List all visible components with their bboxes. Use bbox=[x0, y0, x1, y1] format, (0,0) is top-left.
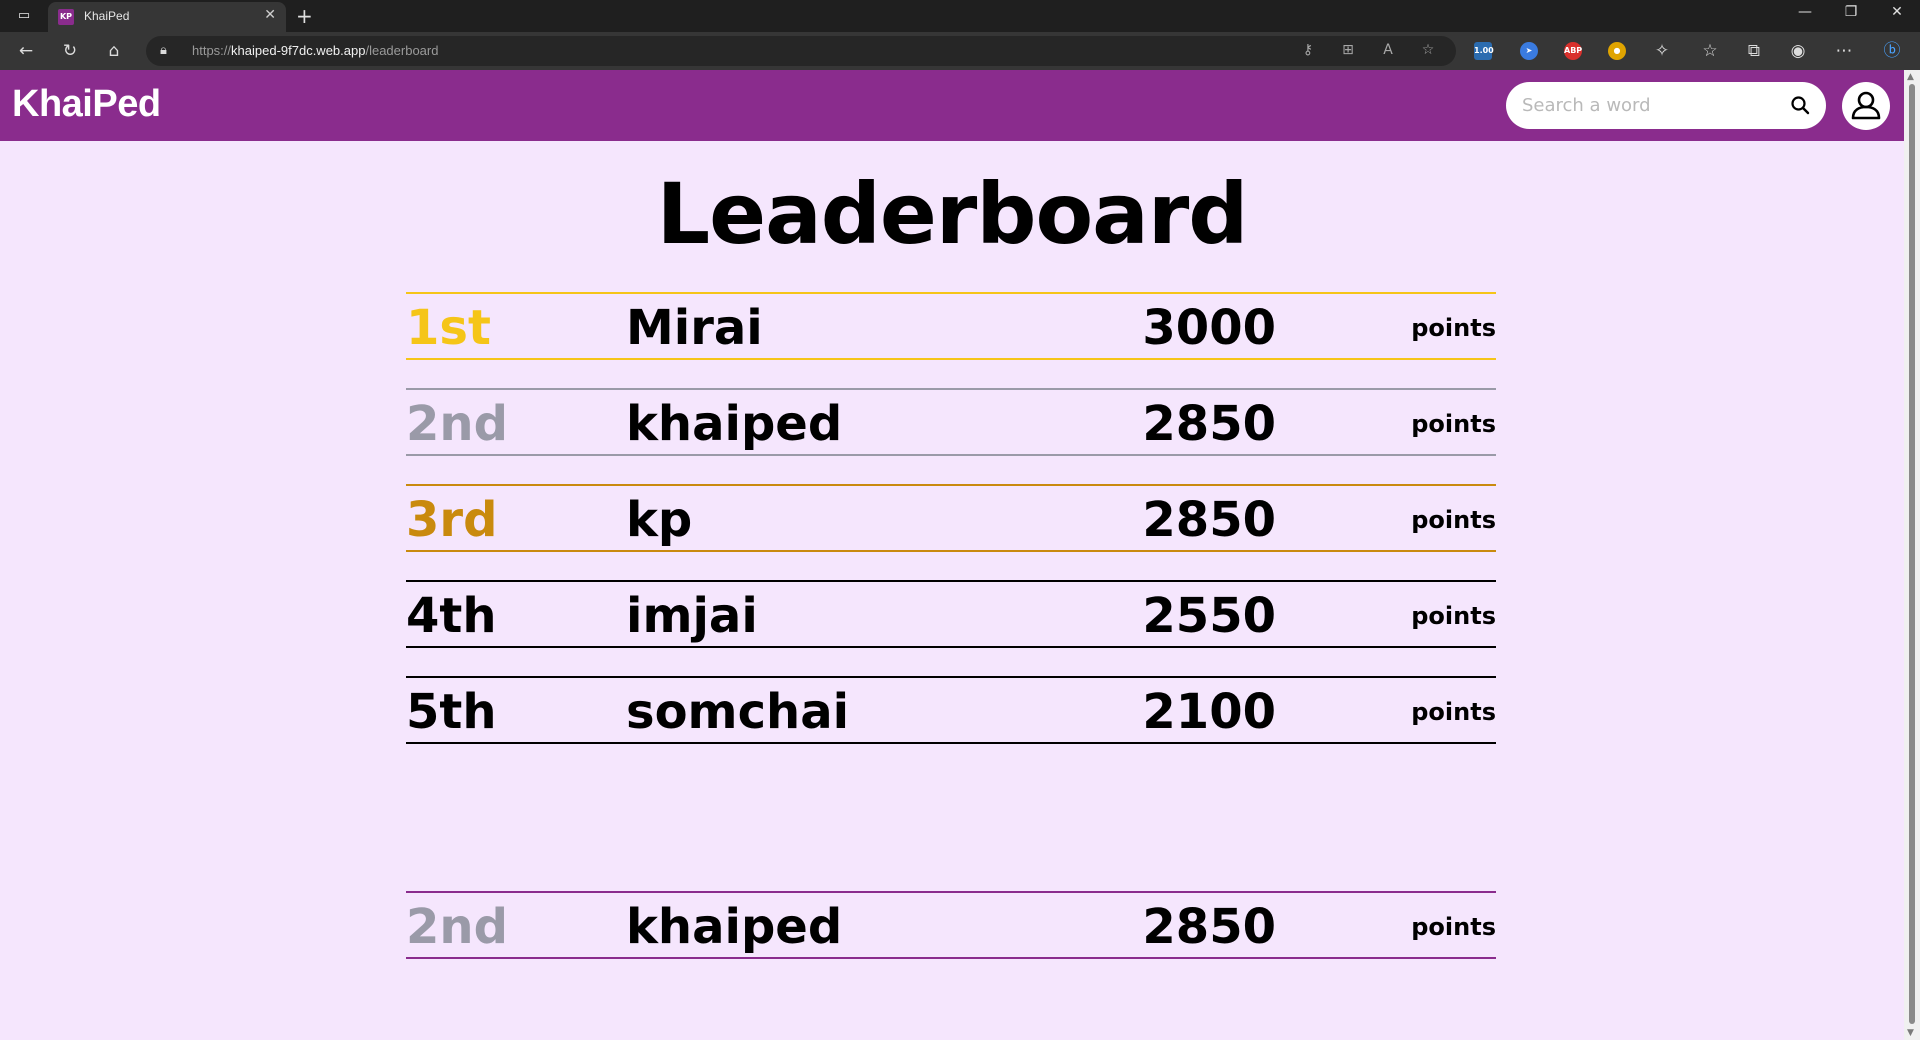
player-score: 2550 bbox=[1142, 588, 1276, 644]
rank-label: 2nd bbox=[406, 396, 508, 452]
minimize-icon[interactable]: — bbox=[1782, 4, 1828, 20]
points-label: points bbox=[1411, 506, 1496, 534]
more-menu-icon[interactable]: ⋯ bbox=[1832, 40, 1856, 62]
favorites-icon[interactable]: ☆ bbox=[1698, 40, 1722, 62]
browser-toolbar: ← ↻ ⌂ 🔒︎ https://khaiped-9f7dc.web.app/l… bbox=[0, 32, 1920, 70]
rank-label: 2nd bbox=[406, 899, 508, 955]
new-tab-icon[interactable]: + bbox=[296, 4, 313, 28]
leaderboard-row: 5th somchai 2100 points bbox=[406, 676, 1496, 744]
tab-favicon: KP bbox=[58, 9, 74, 25]
restore-icon[interactable]: ❐ bbox=[1828, 4, 1874, 20]
search-icon[interactable] bbox=[1790, 95, 1810, 115]
leaderboard-row: 2nd khaiped 2850 points bbox=[406, 388, 1496, 456]
rank-label: 1st bbox=[406, 300, 491, 356]
app-header: KhaiPed bbox=[0, 70, 1904, 141]
player-name: somchai bbox=[626, 684, 850, 740]
home-icon[interactable]: ⌂ bbox=[102, 40, 126, 62]
player-score: 3000 bbox=[1142, 300, 1276, 356]
address-bar[interactable]: 🔒︎ https://khaiped-9f7dc.web.app/leaderb… bbox=[146, 36, 1456, 66]
lock-icon[interactable]: 🔒︎ bbox=[160, 43, 167, 58]
player-score: 2850 bbox=[1142, 492, 1276, 548]
logo[interactable]: KhaiPed bbox=[12, 83, 161, 126]
search-box[interactable] bbox=[1506, 82, 1826, 129]
browser-tab[interactable]: KP KhaiPed ✕ bbox=[48, 2, 286, 32]
player-name: imjai bbox=[626, 588, 758, 644]
leaderboard-row: 3rd kp 2850 points bbox=[406, 484, 1496, 552]
extensions-icon[interactable]: ✧ bbox=[1650, 40, 1674, 62]
points-label: points bbox=[1411, 410, 1496, 438]
favorite-star-icon[interactable]: ☆ bbox=[1418, 42, 1438, 58]
back-icon[interactable]: ← bbox=[14, 40, 38, 62]
tab-actions-icon[interactable]: ▭ bbox=[12, 6, 36, 26]
player-name: khaiped bbox=[626, 396, 843, 452]
points-label: points bbox=[1411, 314, 1496, 342]
search-input[interactable] bbox=[1522, 92, 1782, 119]
adblock-icon[interactable]: ABP bbox=[1564, 42, 1582, 60]
browser-titlebar: ▭ KP KhaiPed ✕ + — ❐ ✕ bbox=[0, 0, 1920, 32]
extension-coin-icon[interactable]: ● bbox=[1608, 42, 1626, 60]
player-name: khaiped bbox=[626, 899, 843, 955]
tab-close-icon[interactable]: ✕ bbox=[264, 7, 276, 23]
leaderboard-row: 4th imjai 2550 points bbox=[406, 580, 1496, 648]
url-text[interactable]: https://khaiped-9f7dc.web.app/leaderboar… bbox=[192, 43, 438, 58]
extension-arrow-icon[interactable]: ➤ bbox=[1520, 42, 1538, 60]
close-window-icon[interactable]: ✕ bbox=[1874, 4, 1920, 20]
player-score: 2850 bbox=[1142, 396, 1276, 452]
refresh-icon[interactable]: ↻ bbox=[58, 40, 82, 62]
page-scrollbar[interactable]: ▲ ▼ bbox=[1904, 70, 1920, 1040]
rank-label: 5th bbox=[406, 684, 497, 740]
apps-icon[interactable]: ⊞ bbox=[1338, 42, 1358, 58]
points-label: points bbox=[1411, 602, 1496, 630]
profile-icon[interactable]: ◉ bbox=[1786, 40, 1810, 62]
rank-label: 3rd bbox=[406, 492, 498, 548]
points-label: points bbox=[1411, 913, 1496, 941]
player-score: 2850 bbox=[1142, 899, 1276, 955]
bing-copilot-icon[interactable]: ⓑ bbox=[1880, 40, 1904, 62]
scroll-up-arrow-icon[interactable]: ▲ bbox=[1907, 72, 1914, 82]
scroll-down-arrow-icon[interactable]: ▼ bbox=[1907, 1028, 1914, 1038]
tab-title: KhaiPed bbox=[84, 9, 130, 23]
user-avatar-button[interactable] bbox=[1842, 82, 1890, 130]
player-name: kp bbox=[626, 492, 693, 548]
rank-label: 4th bbox=[406, 588, 497, 644]
page-title: Leaderboard bbox=[656, 165, 1249, 263]
scroll-thumb[interactable] bbox=[1909, 84, 1915, 1024]
current-user-row: 2nd khaiped 2850 points bbox=[406, 891, 1496, 959]
extension-badge-icon[interactable]: 1.00 bbox=[1474, 42, 1494, 60]
points-label: points bbox=[1411, 698, 1496, 726]
user-icon bbox=[1851, 91, 1881, 120]
collections-icon[interactable]: ⧉ bbox=[1742, 40, 1766, 62]
player-score: 2100 bbox=[1142, 684, 1276, 740]
read-aloud-icon[interactable]: A bbox=[1378, 42, 1398, 58]
leaderboard-row: 1st Mirai 3000 points bbox=[406, 292, 1496, 360]
player-name: Mirai bbox=[626, 300, 763, 356]
key-icon[interactable]: ⚷ bbox=[1298, 42, 1318, 58]
